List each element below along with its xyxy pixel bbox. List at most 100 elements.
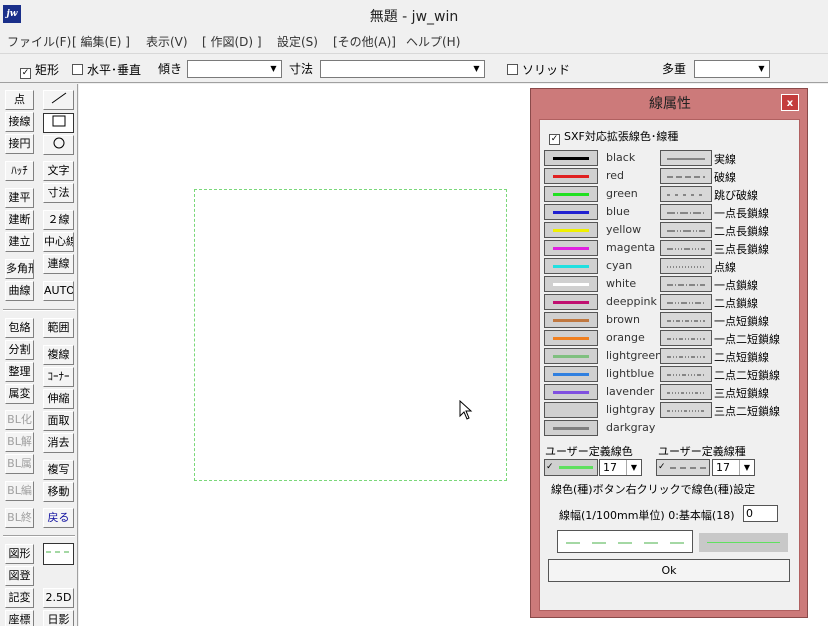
multi-combo[interactable]: ▼ (694, 60, 770, 78)
user-type-button[interactable]: ✓ (656, 459, 710, 476)
color-button-brown[interactable] (544, 312, 598, 328)
tool-section[interactable]: 建断 (5, 210, 34, 230)
color-button-orange[interactable] (544, 330, 598, 346)
circle-tool-icon[interactable] (43, 135, 74, 155)
color-button-red[interactable] (544, 168, 598, 184)
sxf-checkbox[interactable]: ✓ SXF対応拡張線色･線種 (549, 128, 678, 145)
line-type-button[interactable] (660, 312, 712, 328)
tool-bl-edit[interactable]: BL編 (5, 481, 34, 501)
line-type-button[interactable] (660, 366, 712, 382)
line-type-button[interactable] (660, 384, 712, 400)
chevron-down-icon[interactable]: ▼ (469, 61, 484, 77)
rect-tool-icon[interactable] (43, 113, 74, 133)
tool-bl-explode[interactable]: BL解 (5, 432, 34, 452)
tool-bl-end[interactable]: BL終 (5, 508, 34, 528)
tool-figure-register[interactable]: 図登 (5, 566, 34, 586)
menu-draw[interactable]: [ 作図(D) ] (202, 33, 262, 50)
color-button-deeppink[interactable] (544, 294, 598, 310)
color-button-lightblue[interactable] (544, 366, 598, 382)
color-button-lightgreen[interactable] (544, 348, 598, 364)
user-color-combo[interactable]: 17 ▼ (599, 459, 642, 476)
menu-help[interactable]: ヘルプ(H) (406, 33, 460, 50)
color-button-blue[interactable] (544, 204, 598, 220)
tool-move[interactable]: 移動 (43, 482, 74, 502)
tool-hatch[interactable]: ﾊｯﾁ (5, 161, 34, 181)
tilt-combo[interactable]: ▼ (187, 60, 282, 78)
color-button-yellow[interactable] (544, 222, 598, 238)
tool-text[interactable]: 文字 (43, 161, 74, 181)
line-type-button[interactable] (660, 258, 712, 274)
color-button-green[interactable] (544, 186, 598, 202)
tool-bl-attr[interactable]: BL属 (5, 454, 34, 474)
color-button-lightgray[interactable] (544, 402, 598, 418)
tool-plan[interactable]: 建平 (5, 188, 34, 208)
color-button-white[interactable] (544, 276, 598, 292)
line-type-button[interactable] (660, 294, 712, 310)
line-width-input[interactable]: 0 (743, 505, 778, 522)
chevron-down-icon[interactable]: ▼ (266, 61, 281, 77)
dim-combo[interactable]: ▼ (320, 60, 485, 78)
tool-figure[interactable]: 図形 (5, 544, 34, 564)
menu-view[interactable]: 表示(V) (146, 33, 188, 50)
tool-bl-create[interactable]: BL化 (5, 410, 34, 430)
tool-stretch[interactable]: 伸縮 (43, 389, 74, 409)
color-button-magenta[interactable] (544, 240, 598, 256)
line-type-button[interactable] (660, 330, 712, 346)
ok-button[interactable]: Ok (548, 559, 790, 582)
chevron-down-icon[interactable]: ▼ (754, 61, 769, 77)
tool-double-line[interactable]: ２線 (43, 210, 74, 230)
line-type-button[interactable] (660, 276, 712, 292)
menu-edit[interactable]: [ 編集(E) ] (72, 33, 130, 50)
user-type-combo[interactable]: 17 ▼ (712, 459, 755, 476)
tool-corner[interactable]: ｺｰﾅｰ (43, 367, 74, 387)
tool-curve[interactable]: 曲線 (5, 281, 34, 301)
tool-point[interactable]: 点 (5, 90, 34, 110)
tool-tangent-line[interactable]: 接線 (5, 112, 34, 132)
tool-envelope[interactable]: 包絡 (5, 318, 34, 338)
user-color-button[interactable]: ✓ (544, 459, 598, 476)
tool-copy[interactable]: 複写 (43, 460, 74, 480)
tool-2-5d[interactable]: 2.5D (43, 588, 74, 608)
tool-elevation[interactable]: 建立 (5, 232, 34, 252)
line-type-button[interactable] (660, 240, 712, 256)
tool-coordinates[interactable]: 座標 (5, 610, 34, 626)
tool-center-line[interactable]: 中心線 (43, 232, 74, 252)
line-type-button[interactable] (660, 402, 712, 418)
line-type-button[interactable] (660, 348, 712, 364)
line-type-button[interactable] (660, 222, 712, 238)
close-icon[interactable]: x (781, 94, 799, 111)
line-type-button[interactable] (660, 204, 712, 220)
color-button-darkgray[interactable] (544, 420, 598, 436)
tool-shadow[interactable]: 日影 (43, 610, 74, 626)
chevron-down-icon[interactable]: ▼ (626, 460, 641, 475)
tool-polygon[interactable]: 多角形 (5, 259, 34, 279)
chevron-down-icon[interactable]: ▼ (739, 460, 754, 475)
tool-undo[interactable]: 戻る (43, 508, 74, 528)
line-tool-icon[interactable] (43, 90, 74, 110)
menu-other[interactable]: [その他(A)] (333, 33, 396, 50)
tool-cleanup[interactable]: 整理 (5, 362, 34, 382)
hv-checkbox[interactable]: 水平･垂直 (72, 61, 141, 78)
tool-dimension[interactable]: 寸法 (43, 183, 74, 203)
tool-divide[interactable]: 分割 (5, 340, 34, 360)
color-button-cyan[interactable] (544, 258, 598, 274)
line-type-button[interactable] (660, 168, 712, 184)
rect-checkbox[interactable]: ✓ 矩形 (20, 61, 59, 79)
tool-range[interactable]: 範囲 (43, 318, 74, 338)
color-button-lavender[interactable] (544, 384, 598, 400)
color-button-black[interactable] (544, 150, 598, 166)
tool-continuous-line[interactable]: 連線 (43, 254, 74, 274)
menu-settings[interactable]: 設定(S) (277, 33, 318, 50)
tool-tangent-circle[interactable]: 接円 (5, 134, 34, 154)
tool-offset[interactable]: 複線 (43, 345, 74, 365)
line-type-button[interactable] (660, 186, 712, 202)
tool-chamfer[interactable]: 面取 (43, 411, 74, 431)
tool-note-change[interactable]: 記変 (5, 588, 34, 608)
tool-auto[interactable]: AUTO (43, 281, 74, 301)
tool-attr-change[interactable]: 属変 (5, 384, 34, 404)
drawn-rectangle[interactable] (194, 189, 507, 481)
current-line-preview[interactable] (43, 543, 74, 565)
solid-checkbox[interactable]: ソリッド (507, 61, 570, 78)
menu-file[interactable]: ファイル(F) (7, 33, 71, 50)
line-type-button[interactable] (660, 150, 712, 166)
